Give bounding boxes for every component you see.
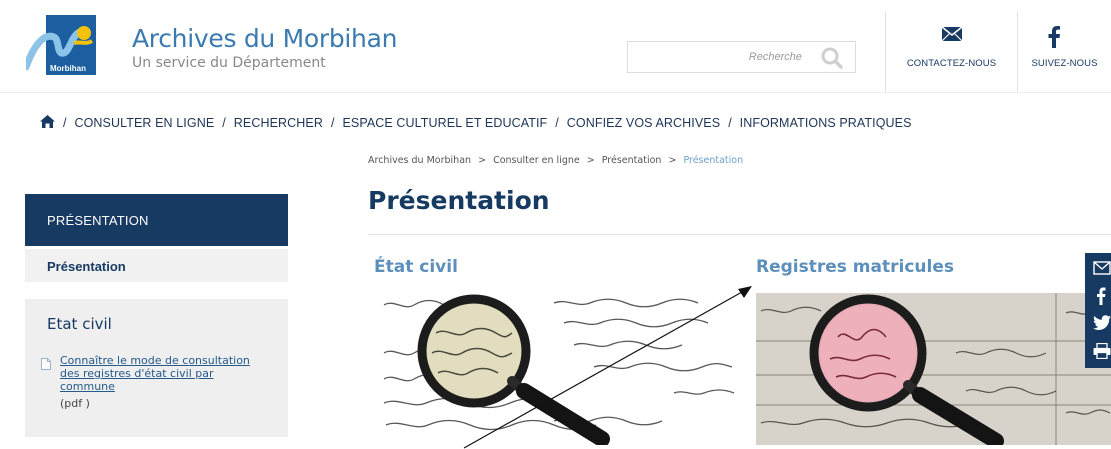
contact-label: CONTACTEZ-NOUS [906, 58, 997, 69]
svg-text:Morbihan: Morbihan [50, 64, 86, 73]
follow-label: SUIVEZ-NOUS [1031, 58, 1098, 69]
sidebar-heading[interactable]: PRÉSENTATION [25, 194, 288, 246]
breadcrumb-item[interactable]: Présentation [602, 155, 662, 166]
site-title[interactable]: Archives du Morbihan [132, 24, 397, 53]
home-icon[interactable] [40, 115, 55, 131]
etat-civil-image[interactable] [374, 293, 744, 445]
print-icon[interactable] [1093, 342, 1111, 361]
sidebar-box-title: Etat civil [47, 315, 112, 333]
nav-item-espace-culturel[interactable]: ESPACE CULTUREL ET EDUCATIF [342, 116, 547, 130]
sidebar-box-etat-civil: Etat civil Connaître le mode de consulta… [25, 299, 288, 437]
document-icon [41, 357, 51, 370]
breadcrumb-current: Présentation [683, 155, 744, 166]
nav-item-rechercher[interactable]: RECHERCHER [234, 116, 323, 130]
breadcrumb-separator: > [478, 155, 487, 166]
share-sidebar [1085, 253, 1111, 368]
search-box [627, 41, 856, 73]
breadcrumb-item[interactable]: Consulter en ligne [493, 155, 580, 166]
breadcrumb-item[interactable]: Archives du Morbihan [368, 155, 471, 166]
follow-button[interactable]: SUIVEZ-NOUS [1017, 12, 1111, 92]
main-navigation: / CONSULTER EN LIGNE / RECHERCHER / ESPA… [40, 114, 912, 132]
title-divider [368, 234, 1111, 235]
facebook-icon[interactable] [1096, 287, 1111, 305]
page-title: Présentation [368, 186, 550, 215]
nav-item-informations[interactable]: INFORMATIONS PRATIQUES [740, 116, 912, 130]
facebook-icon [1047, 26, 1061, 53]
envelope-icon [941, 26, 963, 47]
nav-separator: / [63, 116, 67, 130]
registres-matricules-image[interactable] [756, 293, 1111, 445]
pdf-document-link[interactable]: Connaître le mode de consultation des re… [60, 354, 260, 393]
breadcrumb-separator: > [668, 155, 677, 166]
site-header: Morbihan Archives du Morbihan Un service… [0, 0, 1111, 92]
twitter-icon[interactable] [1093, 315, 1111, 333]
search-icon[interactable] [820, 46, 844, 70]
nav-separator: / [222, 116, 226, 130]
header-divider [0, 92, 1111, 93]
nav-separator: / [555, 116, 559, 130]
search-input[interactable] [628, 42, 808, 72]
nav-item-consulter[interactable]: CONSULTER EN LIGNE [74, 116, 214, 130]
mail-icon[interactable] [1093, 261, 1111, 279]
card-title-registres-matricules[interactable]: Registres matricules [756, 257, 954, 277]
document-format: (pdf ) [60, 397, 90, 410]
nav-separator: / [330, 116, 335, 130]
breadcrumb-separator: > [586, 155, 595, 166]
nav-item-confiez[interactable]: CONFIEZ VOS ARCHIVES [567, 116, 720, 130]
card-title-etat-civil[interactable]: État civil [374, 257, 458, 277]
breadcrumb: Archives du Morbihan > Consulter en lign… [368, 155, 743, 166]
contact-button[interactable]: CONTACTEZ-NOUS [885, 12, 1017, 92]
sidebar-item-presentation[interactable]: Présentation [25, 249, 288, 282]
nav-separator: / [728, 116, 732, 130]
site-subtitle: Un service du Département [132, 55, 326, 71]
morbihan-logo[interactable]: Morbihan [22, 15, 96, 75]
